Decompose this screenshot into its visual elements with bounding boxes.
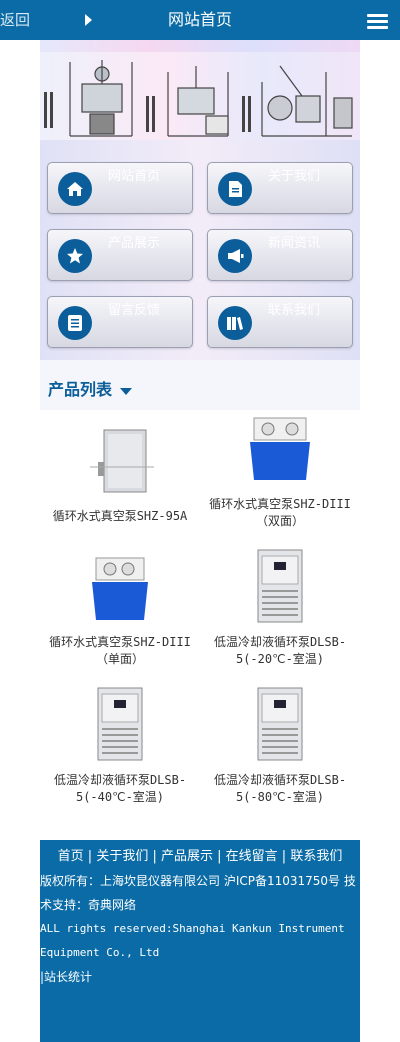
- product-image[interactable]: [230, 548, 330, 624]
- footer-link-about[interactable]: 关于我们: [96, 849, 148, 864]
- page-content: 网站首页 关于我们 产品展示 新闻资讯 留言反馈 联系我们 产品列表 循环水式真…: [40, 40, 360, 1042]
- nav-item-contact[interactable]: 联系我们: [207, 296, 353, 348]
- product-item[interactable]: 低温冷却液循环泵DLSB-5(-80℃-室温): [200, 686, 360, 806]
- document-icon: [218, 172, 252, 206]
- product-item[interactable]: 低温冷却液循环泵DLSB-5(-20℃-室温): [200, 548, 360, 668]
- hamburger-menu-icon[interactable]: [367, 14, 388, 30]
- product-name[interactable]: 循环水式真空泵SHZ-DIII（单面）: [40, 634, 200, 668]
- product-image[interactable]: [70, 422, 170, 498]
- footer: 首页 | 关于我们 | 产品展示 | 在线留言 | 联系我们 版权所有：上海坎昆…: [40, 840, 360, 1042]
- nav-grid: 网站首页 关于我们 产品展示 新闻资讯 留言反馈 联系我们: [40, 140, 360, 360]
- nav-item-feedback[interactable]: 留言反馈: [47, 296, 193, 348]
- product-image[interactable]: [70, 548, 170, 624]
- top-bar: 返回 网站首页: [0, 0, 400, 40]
- product-image[interactable]: [70, 686, 170, 762]
- books-icon: [218, 306, 252, 340]
- footer-rights-en: ALL rights reserved:Shanghai Kankun Inst…: [40, 922, 345, 959]
- nav-item-home[interactable]: 网站首页: [47, 162, 193, 214]
- footer-stats-link[interactable]: |站长统计: [40, 965, 360, 989]
- footer-copyright: 版权所有：上海坎昆仪器有限公司 沪ICP备11031750号 技术支持：奇典网络: [40, 874, 356, 912]
- product-item[interactable]: 循环水式真空泵SHZ-DIII（单面）: [40, 548, 200, 668]
- product-name[interactable]: 循环水式真空泵SHZ-95A: [40, 508, 200, 525]
- back-arrow-icon[interactable]: [85, 14, 92, 26]
- nav-item-label: 留言反馈: [108, 303, 161, 318]
- nav-item-label: 关于我们: [268, 169, 321, 184]
- nav-item-label: 新闻资讯: [268, 236, 321, 251]
- product-item[interactable]: 低温冷却液循环泵DLSB-5(-40℃-室温): [40, 686, 200, 806]
- product-name[interactable]: 低温冷却液循环泵DLSB-5(-80℃-室温): [200, 772, 360, 806]
- product-name[interactable]: 低温冷却液循环泵DLSB-5(-20℃-室温): [200, 634, 360, 668]
- star-icon: [58, 239, 92, 273]
- nav-item-products[interactable]: 产品展示: [47, 229, 193, 281]
- megaphone-icon: [218, 239, 252, 273]
- product-name[interactable]: 低温冷却液循环泵DLSB-5(-40℃-室温): [40, 772, 200, 806]
- product-item[interactable]: 循环水式真空泵SHZ-DIII（双面）: [200, 410, 360, 530]
- product-grid: 循环水式真空泵SHZ-95A 循环水式真空泵SHZ-DIII（双面） 循环水式真…: [40, 410, 360, 840]
- product-image[interactable]: [230, 410, 330, 486]
- nav-item-news[interactable]: 新闻资讯: [207, 229, 353, 281]
- footer-link-products[interactable]: 产品展示: [161, 849, 213, 864]
- footer-links: 首页 | 关于我们 | 产品展示 | 在线留言 | 联系我们: [57, 849, 343, 864]
- home-icon: [58, 172, 92, 206]
- back-link[interactable]: 返回: [0, 10, 30, 30]
- footer-link-contact[interactable]: 联系我们: [290, 849, 342, 864]
- caret-down-icon[interactable]: [120, 388, 132, 395]
- product-item[interactable]: 循环水式真空泵SHZ-95A: [40, 422, 200, 525]
- notes-icon: [58, 306, 92, 340]
- footer-link-message[interactable]: 在线留言: [226, 849, 278, 864]
- product-name[interactable]: 循环水式真空泵SHZ-DIII（双面）: [200, 496, 360, 530]
- banner-image: [40, 40, 360, 140]
- page-title: 网站首页: [167, 10, 232, 29]
- nav-item-about[interactable]: 关于我们: [207, 162, 353, 214]
- nav-item-label: 网站首页: [108, 169, 161, 184]
- product-list-title[interactable]: 产品列表: [48, 380, 112, 400]
- footer-link-home[interactable]: 首页: [58, 849, 84, 864]
- product-image[interactable]: [230, 686, 330, 762]
- nav-item-label: 产品展示: [108, 236, 161, 251]
- nav-item-label: 联系我们: [268, 303, 321, 318]
